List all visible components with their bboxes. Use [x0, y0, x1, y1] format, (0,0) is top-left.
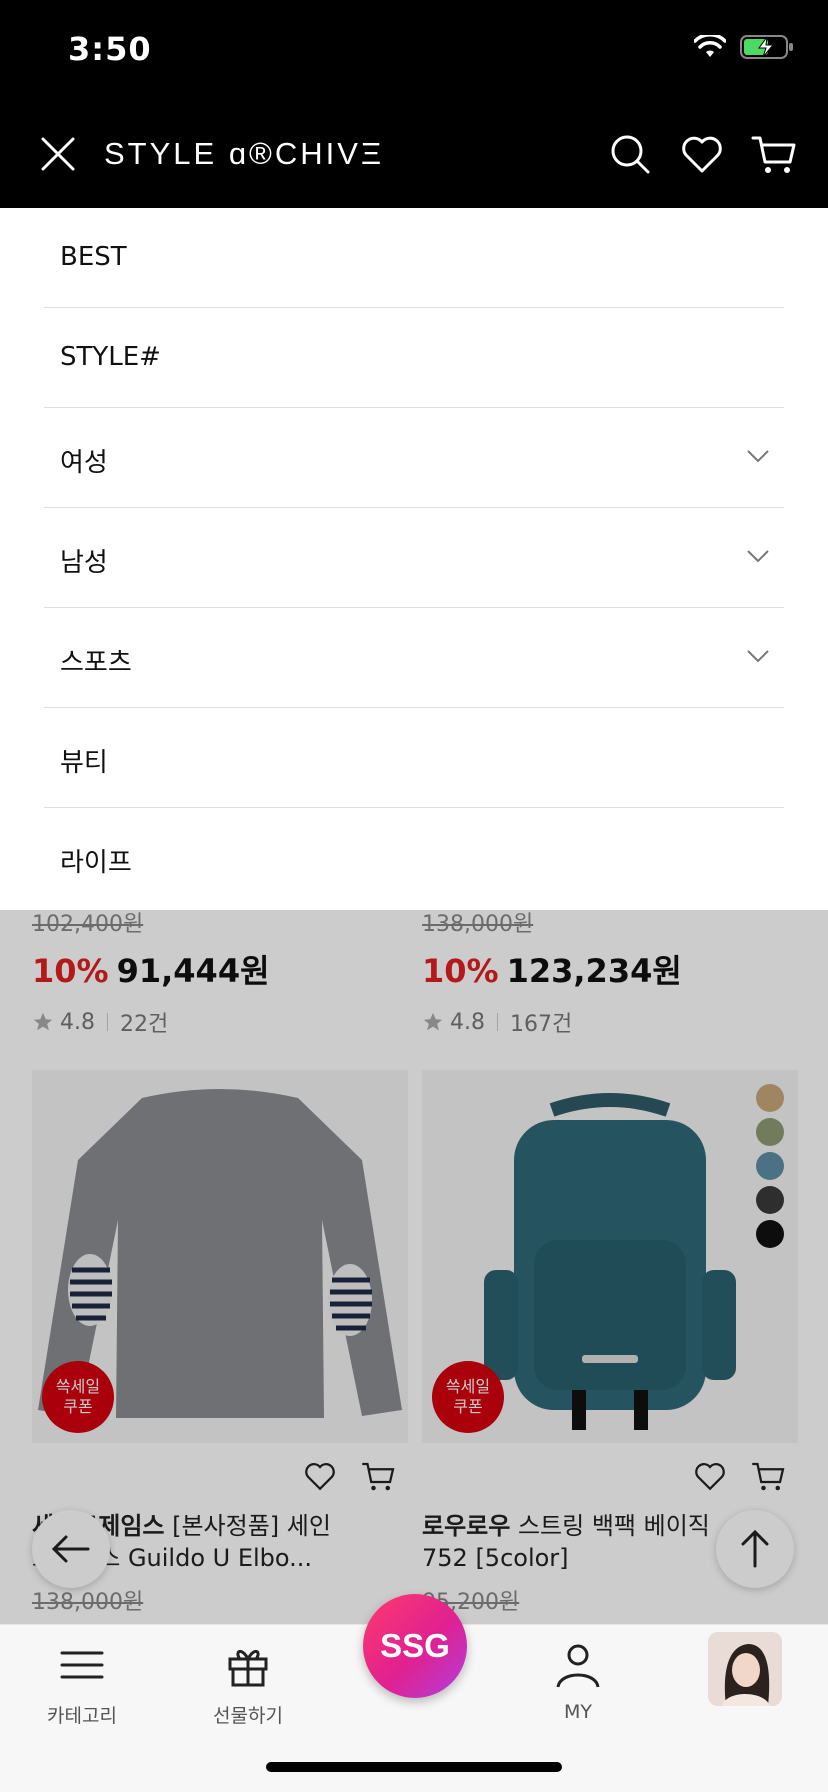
- wifi-icon: [694, 35, 726, 57]
- menu-item-life[interactable]: 라이프: [44, 808, 784, 908]
- cart-icon[interactable]: [750, 130, 798, 178]
- gift-icon: [228, 1650, 268, 1687]
- menu-item-label: 스포츠: [60, 648, 132, 678]
- battery-icon: [740, 35, 793, 59]
- tab-category[interactable]: 카테고리: [12, 1639, 152, 1728]
- menu-item-label: 라이프: [60, 848, 132, 878]
- search-icon[interactable]: [606, 130, 654, 178]
- app-header: STYLE ɑ®CHIVΞ: [0, 100, 828, 208]
- chevron-down-icon: [747, 650, 769, 663]
- menu-icon: [60, 1651, 104, 1679]
- heart-icon[interactable]: [678, 130, 726, 178]
- tab-my[interactable]: MY: [508, 1639, 648, 1723]
- tab-label: MY: [564, 1701, 592, 1723]
- menu-item-beauty[interactable]: 뷰티: [44, 708, 784, 808]
- menu-item-label: BEST: [60, 242, 127, 272]
- status-time: 3:50: [68, 30, 152, 68]
- tab-gift[interactable]: 선물하기: [178, 1639, 318, 1728]
- chevron-down-icon: [747, 450, 769, 463]
- menu-item-label: 남성: [60, 548, 108, 578]
- user-icon: [556, 1644, 600, 1688]
- close-icon[interactable]: [34, 130, 82, 178]
- tab-label: 선물하기: [213, 1705, 283, 1727]
- style-archive-logo[interactable]: STYLE ɑ®CHIVΞ: [104, 136, 384, 172]
- home-indicator: [266, 1762, 562, 1772]
- menu-item-label: STYLE#: [60, 342, 161, 372]
- status-bar: 3:50: [0, 0, 828, 100]
- menu-item-style[interactable]: STYLE#: [44, 308, 784, 408]
- menu-item-label: 뷰티: [60, 748, 108, 778]
- tab-label: 카테고리: [47, 1705, 117, 1727]
- chevron-down-icon: [747, 550, 769, 563]
- menu-item-sports[interactable]: 스포츠: [44, 608, 784, 708]
- ssg-home-button[interactable]: SSG: [363, 1594, 467, 1698]
- menu-item-men[interactable]: 남성: [44, 508, 784, 608]
- header-actions: [606, 130, 798, 178]
- profile-avatar[interactable]: [708, 1632, 782, 1706]
- menu-item-best[interactable]: BEST: [44, 208, 784, 308]
- menu-item-label: 여성: [60, 448, 108, 478]
- status-icons: [694, 34, 794, 60]
- menu-item-women[interactable]: 여성: [44, 408, 784, 508]
- avatar-image: [708, 1632, 782, 1706]
- category-menu: BEST STYLE# 여성 남성 스포츠 뷰티 라이프: [0, 208, 828, 910]
